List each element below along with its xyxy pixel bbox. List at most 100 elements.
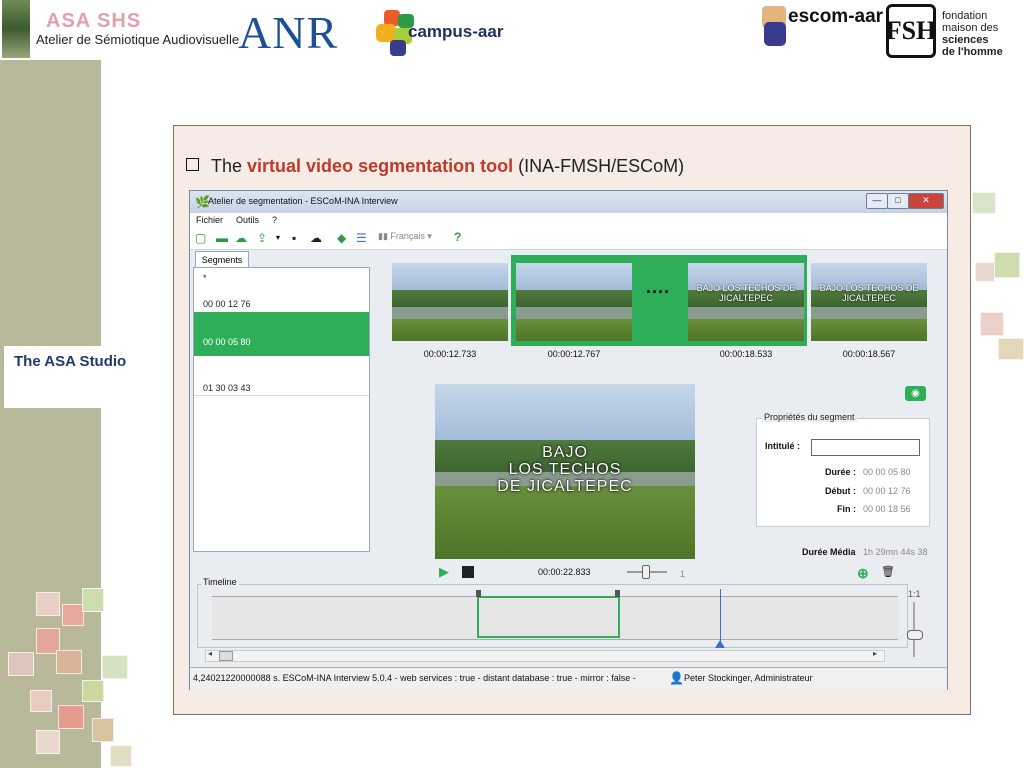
open-folder-icon[interactable]: ▬ (216, 231, 228, 245)
decor-tile (56, 650, 82, 674)
anr-logo: ANR (238, 7, 339, 58)
video-viewer[interactable]: BAJO LOS TECHOS DE JICALTEPEC (435, 384, 695, 559)
close-button[interactable]: ✕ (908, 193, 944, 209)
tag-icon[interactable]: ◆ (337, 231, 346, 245)
zoom-slider-knob[interactable] (907, 630, 923, 640)
segment-row[interactable]: 00 00 12 76 (194, 296, 369, 312)
decor-tile (36, 592, 60, 616)
timeline-scrollbar[interactable] (205, 650, 885, 662)
duree-label: Durée : (824, 467, 856, 477)
duree-media-value: 1h 29mn 44s 38 (863, 547, 928, 557)
intitule-input[interactable] (811, 439, 920, 456)
menu-outils[interactable]: Outils (236, 215, 259, 225)
status-text: 4,24021220000088 s. ESCoM-INA Interview … (193, 673, 636, 683)
menu-help[interactable]: ? (272, 215, 277, 225)
decor-tile (92, 718, 114, 742)
trash-icon[interactable]: 🗑 (881, 565, 895, 578)
segment-row[interactable]: * (194, 273, 369, 287)
language-value: Français (390, 231, 425, 241)
decor-tile (62, 604, 84, 626)
thumbnail[interactable] (392, 263, 508, 341)
heading-highlight: virtual video segmentation tool (247, 156, 514, 176)
heading-suffix: (INA-FMSH/ESCoM) (513, 156, 685, 176)
escom-logo: escom-aar (788, 6, 884, 27)
escom-logo-icon (762, 6, 786, 46)
playhead[interactable] (720, 589, 721, 643)
debut-value: 00 00 12 76 (863, 486, 911, 496)
tab-segments[interactable]: Segments (195, 251, 249, 268)
scroll-right-icon[interactable]: ▸ (873, 649, 877, 658)
menu-fichier[interactable]: Fichier (196, 215, 223, 225)
decor-tile (82, 680, 104, 702)
menu-bar: Fichier Outils ? (190, 213, 947, 227)
save-icon[interactable]: ▪ (292, 231, 296, 245)
camera-icon[interactable]: ◉ (905, 386, 926, 401)
export-icon[interactable]: ⇪ (257, 231, 267, 245)
decor-tile (82, 588, 104, 612)
asa-logo-name: Atelier de Sémiotique Audiovisuelle (36, 32, 240, 47)
cloud-save-icon[interactable]: ☁ (310, 231, 322, 245)
decor-tile (110, 745, 132, 767)
decor-tile (994, 252, 1020, 278)
video-overlay-line: LOS TECHOS (508, 461, 622, 478)
thumbnail-overlay-text: BAJO LOS TECHOS DE JICALTEPEC (696, 283, 796, 304)
fmsh-logo-text: fondation maison des sciences de l'homme (942, 10, 1003, 58)
stop-icon[interactable] (462, 566, 474, 578)
fmsh-logo-mark: FSH (886, 4, 936, 58)
toolbar: ▢ ▬ ☁ ⇪ ▾ ▪ ☁ ◆ ☰ ▮▮ Français ▾ ? (190, 227, 947, 250)
decor-tile (30, 690, 52, 712)
window-title: Atelier de segmentation - ESCoM-INA Inte… (208, 196, 398, 206)
fmsh-line: maison des (942, 22, 999, 34)
player-time: 00:00:22.833 (538, 567, 591, 577)
segment-row[interactable]: 01 30 03 43 (194, 380, 369, 396)
new-file-icon[interactable]: ▢ (195, 231, 206, 245)
duree-value: 00 00 05 80 (863, 467, 911, 477)
thumbnail-time: 00:00:18.533 (719, 349, 773, 359)
play-icon[interactable]: ▶ (439, 564, 449, 580)
thumbnail-strip: .... BAJO LOS TECHOS DE JICALTEPEC BAJO … (388, 253, 943, 365)
maximize-button[interactable]: □ (887, 193, 909, 209)
decor-tile (980, 312, 1004, 336)
status-user: Peter Stockinger, Administrateur (684, 673, 813, 683)
dropdown-arrow-icon[interactable]: ▾ (276, 231, 280, 245)
help-button[interactable]: ? (454, 230, 461, 244)
decor-tile (36, 730, 60, 754)
asa-logo-ghost-text: ASA SHS (46, 10, 142, 32)
asa-logo-photo (2, 0, 30, 58)
heading-prefix: The (211, 156, 248, 176)
playhead-handle-icon[interactable] (715, 640, 725, 648)
minimize-button[interactable]: — (866, 193, 888, 209)
thumbnail[interactable] (516, 263, 632, 341)
decor-tile (102, 655, 128, 679)
fmsh-line: fondation (942, 10, 988, 22)
timeline-scrollbar-thumb[interactable] (219, 651, 233, 661)
add-icon[interactable]: ⊕ (857, 565, 869, 582)
thumbnail[interactable]: BAJO LOS TECHOS DE JICALTEPEC (811, 263, 927, 341)
fin-label: Fin : (837, 504, 856, 514)
cloud-open-icon[interactable]: ☁ (235, 231, 247, 245)
fin-value: 00 00 18 56 (863, 504, 911, 514)
decor-tile (975, 262, 995, 282)
speed-slider-knob[interactable] (642, 565, 650, 579)
timeline-segment[interactable] (477, 596, 620, 638)
fmsh-line: sciences (942, 34, 989, 46)
slide-heading: The virtual video segmentation tool (INA… (186, 156, 684, 177)
video-overlay-line: BAJO (542, 444, 588, 461)
segment-row-selected[interactable]: 00 00 05 80 (194, 312, 369, 356)
intitule-label: Intitulé : (765, 441, 800, 451)
thumbnail[interactable]: BAJO LOS TECHOS DE JICALTEPEC (688, 263, 804, 341)
bullet-checkbox-icon (186, 158, 199, 171)
debut-label: Début : (825, 486, 856, 496)
duree-media-label: Durée Média (802, 547, 856, 557)
decor-tile (8, 652, 34, 676)
list-icon[interactable]: ☰ (356, 231, 367, 245)
language-select[interactable]: ▮▮ Français ▾ (378, 231, 432, 242)
segment-end-marker[interactable] (615, 590, 620, 597)
status-bar: 4,24021220000088 s. ESCoM-INA Interview … (190, 667, 947, 690)
segment-start-marker[interactable] (476, 590, 481, 597)
timeline-label: Timeline (201, 577, 239, 587)
scroll-left-icon[interactable]: ◂ (208, 649, 212, 658)
thumbnail-overlay-text: BAJO LOS TECHOS DE JICALTEPEC (819, 283, 919, 304)
fmsh-line: de l'homme (942, 46, 1003, 58)
decor-tile (972, 192, 996, 214)
